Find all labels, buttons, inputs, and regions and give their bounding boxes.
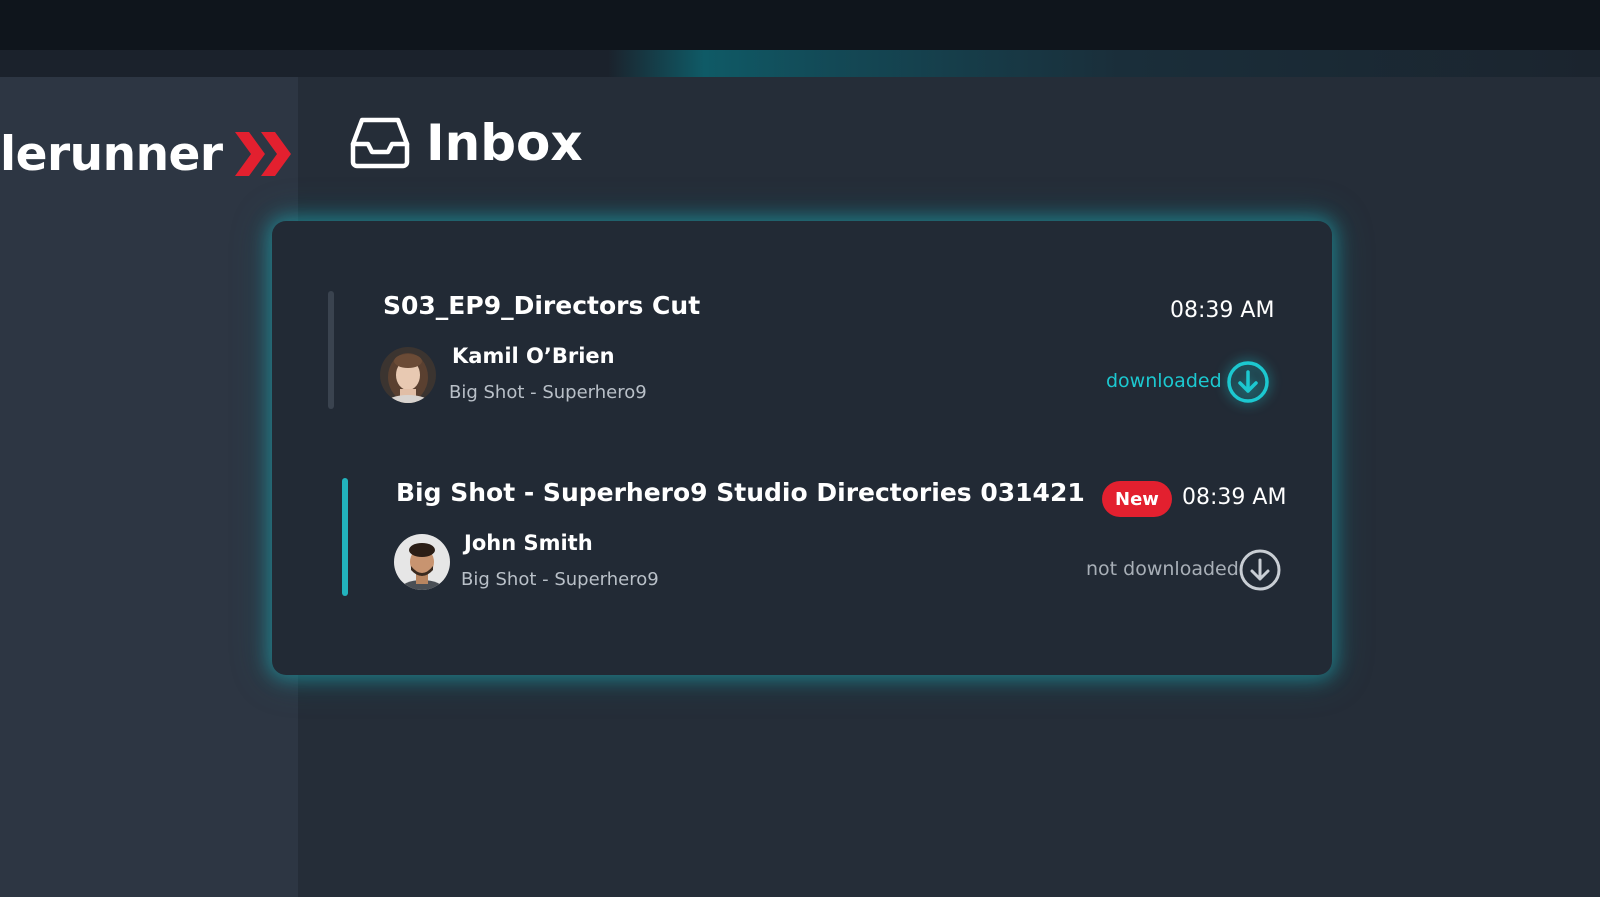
new-badge: New — [1102, 481, 1172, 517]
avatar — [380, 347, 436, 403]
top-bar — [0, 0, 1600, 50]
page-header: Inbox — [350, 112, 583, 174]
message-title: Big Shot - Superhero9 Studio Directories… — [396, 478, 1085, 507]
project-name: Big Shot - Superhero9 — [449, 382, 647, 403]
message-accent-bar — [328, 291, 334, 409]
message-title: S03_EP9_Directors Cut — [383, 291, 701, 320]
message-accent-bar — [342, 478, 348, 596]
message-item[interactable]: S03_EP9_Directors Cut Kamil O’Brien Big … — [328, 291, 1278, 411]
sender-name: Kamil O’Brien — [452, 344, 615, 368]
sender-name: John Smith — [464, 531, 593, 555]
avatar — [394, 534, 450, 590]
project-name: Big Shot - Superhero9 — [461, 569, 659, 590]
double-chevron-logo-icon — [234, 132, 291, 176]
logo-text: lerunner — [0, 126, 223, 182]
download-status: downloaded — [1106, 370, 1222, 392]
message-time: 08:39 AM — [1182, 485, 1287, 510]
top-strip — [0, 50, 1600, 77]
inbox-card: S03_EP9_Directors Cut Kamil O’Brien Big … — [272, 221, 1332, 675]
app-logo[interactable]: lerunner — [0, 126, 293, 182]
page-title: Inbox — [426, 114, 583, 172]
download-status: not downloaded — [1086, 558, 1239, 580]
sidebar — [0, 77, 298, 897]
message-time: 08:39 AM — [1170, 298, 1275, 323]
download-arrow-icon[interactable] — [1238, 548, 1282, 592]
message-item[interactable]: Big Shot - Superhero9 Studio Directories… — [342, 478, 1292, 598]
inbox-tray-icon — [350, 117, 410, 169]
download-arrow-icon[interactable] — [1226, 360, 1270, 404]
